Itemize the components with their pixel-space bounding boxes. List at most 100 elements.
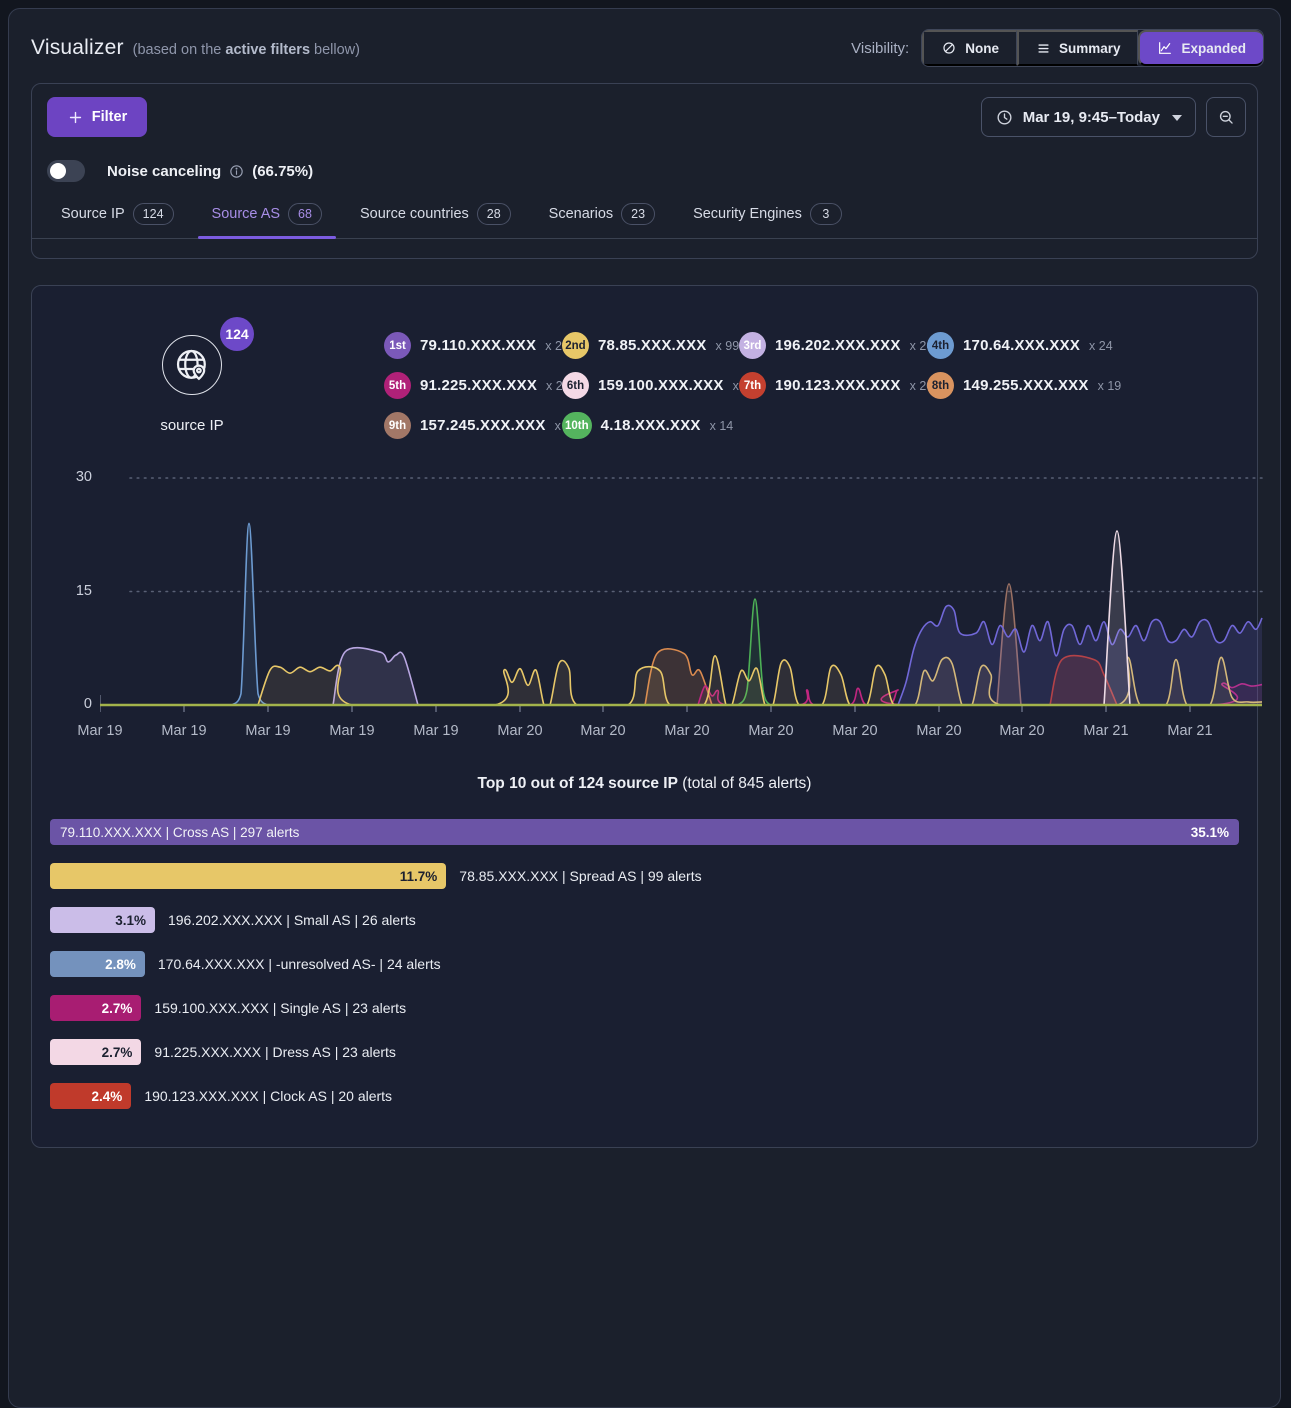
x-axis-label: Mar 20 [736,723,806,739]
percentage-bar: 2.7% [50,995,141,1021]
percentage-bar: 2.7% [50,1039,141,1065]
tab-label: Source countries [360,206,469,222]
visibility-summary-button[interactable]: Summary [1017,30,1139,66]
legend-times: x 99 [716,339,740,353]
legend-item-149-255-xxx-xxx[interactable]: 8th149.255.XXX.XXXx 19 [927,372,1121,399]
x-axis-label: Mar 19 [149,723,219,739]
tab-security-engines[interactable]: Security Engines3 [693,203,842,238]
chevron-down-icon [1172,115,1182,121]
rank-badge: 3rd [739,332,766,359]
visibility-expanded-button[interactable]: Expanded [1138,30,1263,66]
x-axis-label: Mar 19 [317,723,387,739]
bar-label: 91.225.XXX.XXX | Dress AS | 23 alerts [154,1044,396,1060]
bar-label: 170.64.XXX.XXX | -unresolved AS- | 24 al… [158,956,441,972]
legend-ip: 79.110.XXX.XXX [420,337,536,354]
bar-percentage: 11.7% [400,869,438,884]
legend-ip: 190.123.XXX.XXX [775,377,901,394]
bar-label: 159.100.XXX.XXX | Single AS | 23 alerts [154,1000,406,1016]
legend-item-79-110-xxx-xxx[interactable]: 1st79.110.XXX.XXXx 297 [384,332,562,359]
y-axis-label: 30 [62,469,92,485]
tab-count-badge: 28 [477,203,511,225]
bar-label: 79.110.XXX.XXX | Cross AS | 297 alerts [60,825,299,840]
date-range-value: Mar 19, 9:45–Today [1023,109,1160,126]
bar-percentage: 35.1% [1191,825,1229,840]
header: Visualizer (based on the active filters … [9,9,1280,83]
zoom-out-button[interactable] [1206,97,1246,137]
y-axis-label: 0 [62,696,92,712]
legend-times: x 14 [710,419,734,433]
legend-item-91-225-xxx-xxx[interactable]: 5th91.225.XXX.XXXx 23 [384,372,562,399]
legend-item-157-245-xxx-xxx[interactable]: 9th157.245.XXX.XXXx 16 [384,412,562,439]
bar-percentage: 2.8% [105,957,136,972]
legend-item-4-18-xxx-xxx[interactable]: 10th 4.18.XXX.XXX x 14 [562,412,739,439]
noise-canceling-label: Noise canceling [107,163,221,180]
bar-percentage: 2.7% [102,1001,133,1016]
legend-times: x 19 [1098,379,1122,393]
percentage-bar: 11.7% [50,863,446,889]
info-icon[interactable] [228,163,245,180]
legend-item-170-64-xxx-xxx[interactable]: 4th170.64.XXX.XXXx 24 [927,332,1121,359]
visibility-none-button[interactable]: None [922,30,1017,66]
expanded-chart-icon [1157,40,1173,56]
percentage-bar: 79.110.XXX.XXX | Cross AS | 297 alerts 35… [50,819,1239,845]
noise-canceling-value: (66.75%) [252,163,313,180]
filter-panel: Filter Mar 19, 9:45–Today Noise cancelin… [31,83,1258,259]
tab-count-badge: 23 [621,203,655,225]
line-chart-svg [100,469,1264,719]
date-range-picker[interactable]: Mar 19, 9:45–Today [981,97,1196,137]
tab-source-ip[interactable]: Source IP 124 [61,203,174,238]
top10-row-79-110-xxx-xxx: 79.110.XXX.XXX | Cross AS | 297 alerts 35… [50,819,1239,845]
top10-row-91-225-xxx-xxx: 2.7% 91.225.XXX.XXX | Dress AS | 23 alert… [50,1039,1239,1065]
chart-panel: 124 source IP 1st79.110.XXX.XXXx 2972nd7… [31,285,1258,1148]
magnifier-minus-icon [1217,108,1236,127]
tab-scenarios[interactable]: Scenarios 23 [549,203,655,238]
legend-ip: 149.255.XXX.XXX [963,377,1089,394]
top10-row-196-202-xxx-xxx: 3.1% 196.202.XXX.XXX | Small AS | 26 aler… [50,907,1239,933]
entity-count-badge: 124 [220,317,254,351]
legend-ip: 196.202.XXX.XXX [775,337,901,354]
x-axis-label: Mar 21 [1071,723,1141,739]
tab-count-badge: 3 [810,203,842,225]
summary-list-icon [1036,41,1051,56]
tab-source-countries[interactable]: Source countries 28 [360,203,511,238]
bar-percentage: 2.4% [92,1089,123,1104]
legend-item-159-100-xxx-xxx[interactable]: 6th159.100.XXX.XXXx 23 [562,372,739,399]
globe-pin-icon [162,335,222,395]
x-axis-label: Mar 19 [65,723,135,739]
legend-ip: 157.245.XXX.XXX [420,417,546,434]
x-axis-label: Mar 19 [233,723,303,739]
x-axis-label: Mar 20 [652,723,722,739]
x-axis-label: Mar 20 [987,723,1057,739]
noise-canceling-toggle[interactable] [47,160,85,182]
legend-ip: 159.100.XXX.XXX [598,377,724,394]
top10-row-170-64-xxx-xxx: 2.8% 170.64.XXX.XXX | -unresolved AS- | 2… [50,951,1239,977]
entity-label: source IP [122,417,262,434]
visibility-segmented-control: NoneSummaryExpanded [921,29,1264,67]
bar-label: 190.123.XXX.XXX | Clock AS | 20 alerts [144,1088,392,1104]
rank-badge: 1st [384,332,411,359]
x-axis-label: Mar 20 [904,723,974,739]
tab-label: Source AS [212,206,281,222]
top10-row-159-100-xxx-xxx: 2.7% 159.100.XXX.XXX | Single AS | 23 ale… [50,995,1239,1021]
x-axis-label: Mar 20 [820,723,890,739]
page-subtitle: (based on the active filters bellow) [133,42,360,58]
percentage-bar: 2.8% [50,951,145,977]
bar-label: 196.202.XXX.XXX | Small AS | 26 alerts [168,912,416,928]
legend-ip: 4.18.XXX.XXX [601,417,701,434]
rank-badge: 10th [562,412,592,439]
top10-row-78-85-xxx-xxx: 11.7%78.85.XXX.XXX | Spread AS | 99 aler… [50,863,1239,889]
top10-title: Top 10 out of 124 source IP (total of 84… [62,775,1227,793]
rank-badge: 6th [562,372,589,399]
add-filter-button[interactable]: Filter [47,97,147,137]
rank-badge: 7th [739,372,766,399]
legend-item-196-202-xxx-xxx[interactable]: 3rd196.202.XXX.XXXx 26 [739,332,927,359]
legend-item-78-85-xxx-xxx[interactable]: 2nd78.85.XXX.XXXx 99 [562,332,739,359]
tab-label: Source IP [61,206,125,222]
tab-label: Scenarios [549,206,613,222]
tab-count-badge: 124 [133,203,174,225]
legend-item-190-123-xxx-xxx[interactable]: 7th190.123.XXX.XXXx 20 [739,372,927,399]
legend-ip: 91.225.XXX.XXX [420,377,537,394]
bar-percentage: 3.1% [115,913,146,928]
tab-source-as[interactable]: Source AS68 [212,203,322,238]
clock-icon [995,108,1014,127]
